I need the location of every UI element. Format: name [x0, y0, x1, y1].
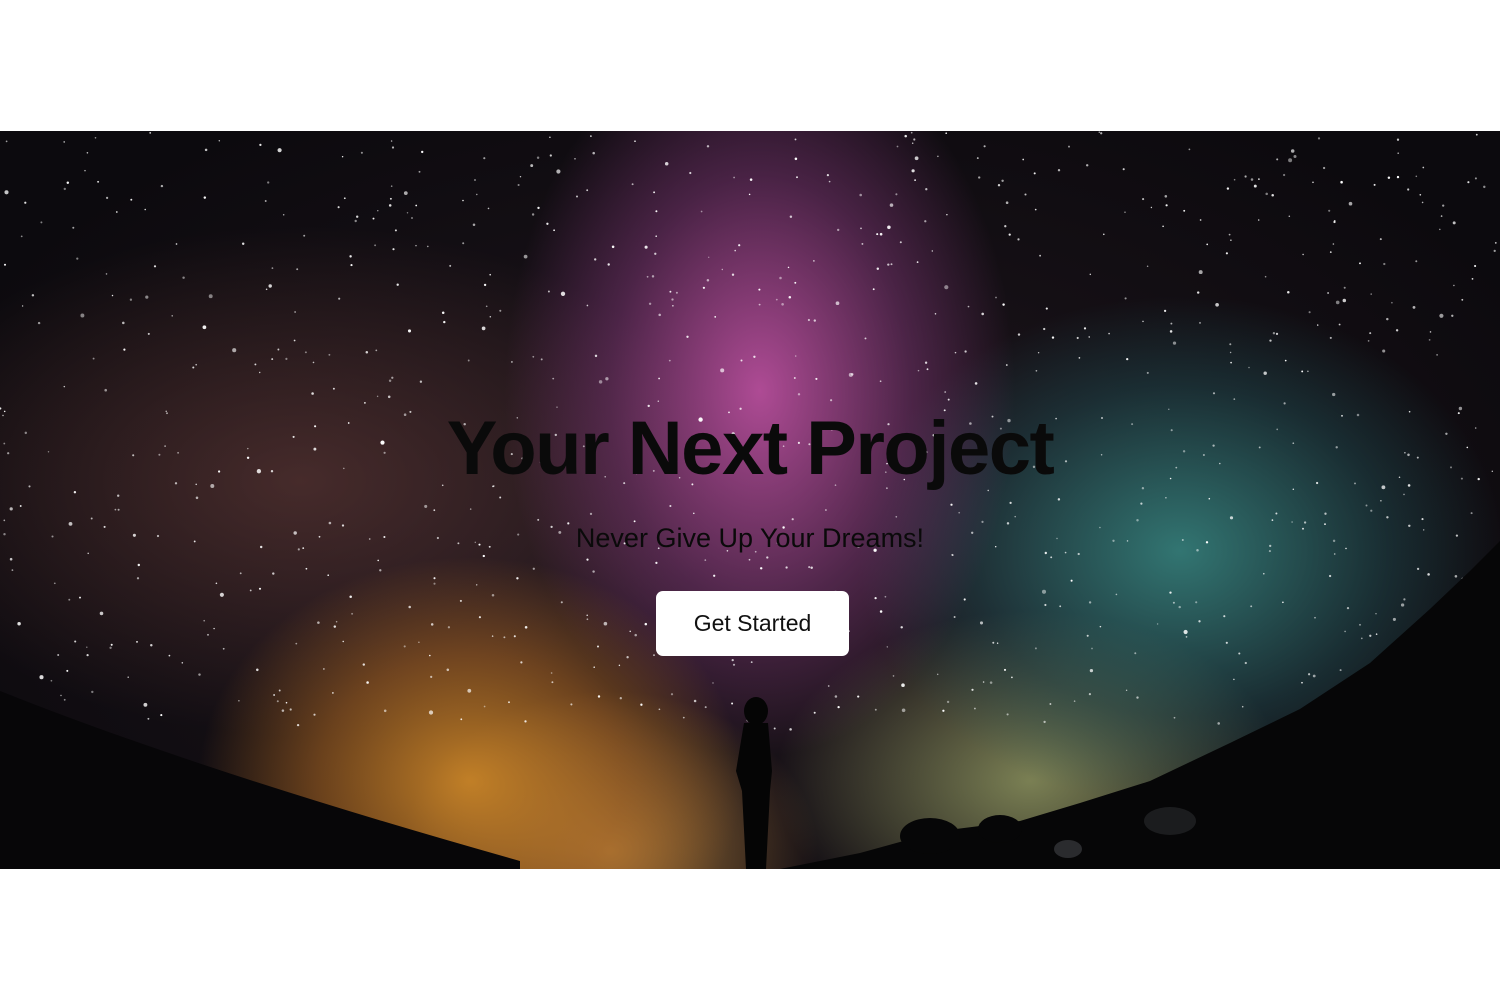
- hero-content: Your Next Project Never Give Up Your Dre…: [0, 131, 1500, 869]
- hero-subtitle: Never Give Up Your Dreams!: [575, 523, 925, 553]
- landing-page: Your Next Project Never Give Up Your Dre…: [0, 0, 1500, 1000]
- get-started-button[interactable]: Get Started: [656, 591, 849, 656]
- hero-title: Your Next Project: [446, 406, 1055, 491]
